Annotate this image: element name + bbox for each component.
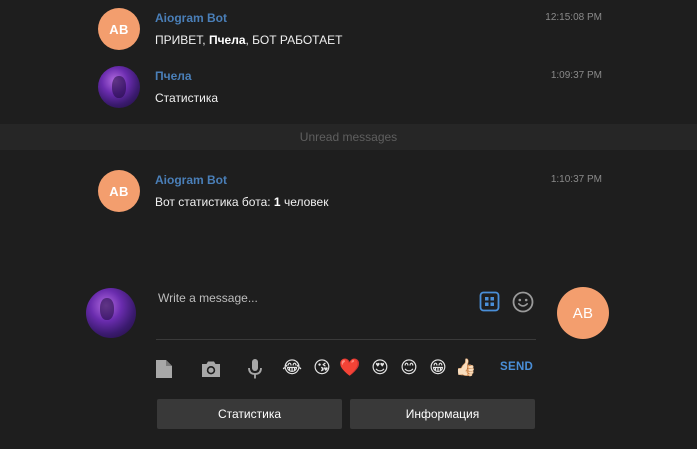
message-text: Статистика	[155, 91, 219, 105]
keyboard-button-statistics[interactable]: Статистика	[157, 399, 342, 429]
unread-label: Unread messages	[299, 130, 398, 144]
emoji-smile-icon[interactable]	[512, 291, 534, 313]
message-text: Вот статистика бота: 1 человек	[155, 195, 328, 209]
composer-toolbar: 😂 😘 ❤️ 😍 😊 😁 👍🏻 SEND	[0, 356, 697, 382]
user-avatar[interactable]	[98, 66, 140, 108]
chat-window: AB Aiogram Bot 12:15:08 PM ПРИВЕТ, Пчела…	[0, 0, 697, 449]
message-text-part: ПРИВЕТ,	[155, 33, 209, 47]
emoji-heart-icon[interactable]: ❤️	[339, 356, 361, 380]
emoji-thumbs-up-icon[interactable]: 👍🏻	[455, 356, 477, 380]
message-item: AB Aiogram Bot 1:10:37 PM Вот статистика…	[0, 166, 697, 220]
emoji-heart-eyes-icon[interactable]: 😍	[369, 356, 391, 380]
message-text-part: человек	[280, 195, 329, 209]
emoji-kiss-icon[interactable]: 😘	[311, 356, 333, 380]
message-text-part: , БОТ РАБОТАЕТ	[245, 33, 343, 47]
sender-name[interactable]: Пчела	[155, 69, 192, 83]
message-text: ПРИВЕТ, Пчела, БОТ РАБОТАЕТ	[155, 33, 342, 47]
message-time: 1:09:37 PM	[550, 70, 602, 81]
message-time: 1:10:37 PM	[550, 174, 602, 185]
bot-keyboard-icon[interactable]	[479, 291, 500, 312]
attach-file-icon[interactable]	[154, 356, 174, 382]
message-time: 12:15:08 PM	[545, 12, 602, 23]
message-text-bold: Пчела	[208, 33, 246, 47]
message-text-part: Вот статистика бота:	[155, 195, 274, 209]
camera-icon[interactable]	[200, 356, 222, 382]
sender-avatar[interactable]: AB	[98, 8, 140, 50]
sender-avatar[interactable]: AB	[98, 170, 140, 212]
message-text-bold: 1	[273, 195, 281, 209]
unread-divider: Unread messages	[0, 124, 697, 150]
sender-name[interactable]: Aiogram Bot	[155, 11, 227, 25]
current-user-avatar[interactable]	[86, 288, 136, 338]
message-input-placeholder: Write a message...	[158, 291, 258, 305]
send-button[interactable]: SEND	[500, 361, 533, 373]
message-item: Пчела 1:09:37 PM Статистика	[0, 62, 697, 116]
message-item: AB Aiogram Bot 12:15:08 PM ПРИВЕТ, Пчела…	[0, 4, 697, 58]
emoji-tears-of-joy-icon[interactable]: 😂	[281, 356, 303, 380]
send-as-avatar[interactable]: AB	[557, 287, 609, 339]
microphone-icon[interactable]	[247, 356, 263, 382]
keyboard-button-info[interactable]: Информация	[350, 399, 535, 429]
emoji-grin-icon[interactable]: 😁	[427, 356, 449, 380]
sender-name[interactable]: Aiogram Bot	[155, 173, 227, 187]
emoji-smiling-icon[interactable]: 😊	[398, 356, 420, 380]
